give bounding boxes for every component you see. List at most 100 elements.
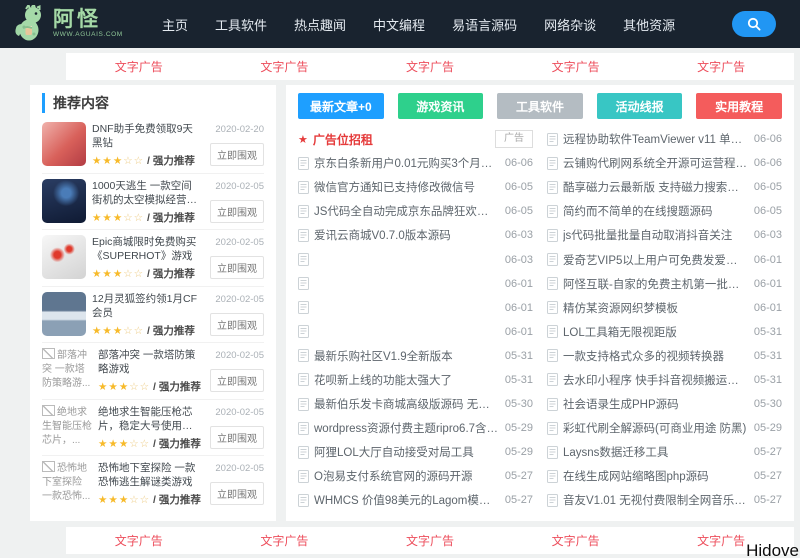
category-tab[interactable]: 实用教程 <box>696 93 782 119</box>
view-now-button[interactable]: 立即围观 <box>210 369 264 392</box>
recommended-item[interactable]: 部落冲突 一款塔防策略游... 部落冲突 一款塔防策略游戏 ★★★☆☆ / 强力… <box>42 343 264 400</box>
article-row[interactable]: 远程协助软件TeamViewer v11 单文件版 06-06 <box>547 127 782 151</box>
article-row[interactable]: 阿狸LOL大厅自动接受对局工具 05-29 <box>298 440 533 464</box>
article-title[interactable]: 去水印小程序 快手抖音视频搬运工上热门... <box>563 372 749 388</box>
text-ad-link[interactable]: 文字广告 <box>406 532 454 549</box>
article-row[interactable]: 最新伯乐发卡商城高级版源码 无后门 05-30 <box>298 392 533 416</box>
article-title[interactable]: 精仿某资源网织梦模板 <box>563 300 749 316</box>
article-row[interactable]: 阿怪互联-自家的免费主机第一批正式开启 06-01 <box>547 272 782 296</box>
recommended-item[interactable]: Epic商城限时免费购买《SUPERHOT》游戏 ★★★☆☆ / 强力推荐 20… <box>42 230 264 287</box>
article-title[interactable]: 彩虹代刷全解源码(可商业用途 防黑) <box>563 420 749 436</box>
article-row[interactable]: WHMCS 价值98美元的Lagom模板开源 05-27 <box>298 488 533 512</box>
article-title[interactable]: 阿怪互联-自家的免费主机第一批正式开启 <box>563 276 749 292</box>
text-ad-link[interactable]: 文字广告 <box>406 58 454 75</box>
view-now-button[interactable]: 立即围观 <box>210 482 264 505</box>
article-row[interactable]: 06-01 <box>298 320 533 344</box>
ad-slot-row[interactable]: ★ 广告位招租 广告 <box>298 127 533 151</box>
article-title[interactable]: WHMCS 价值98美元的Lagom模板开源 <box>314 492 500 508</box>
view-now-button[interactable]: 立即围观 <box>210 426 264 449</box>
category-tab[interactable]: 最新文章+0 <box>298 93 384 119</box>
item-title[interactable]: Epic商城限时免费购买《SUPERHOT》游戏 <box>92 235 200 263</box>
article-title[interactable]: 最新伯乐发卡商城高级版源码 无后门 <box>314 396 500 412</box>
nav-menu-item[interactable]: 易语言源码 <box>452 15 517 34</box>
item-title[interactable]: 恐怖地下室探险 一款恐怖逃生解谜类游戏 <box>98 461 200 489</box>
site-logo[interactable]: 阿怪 WWW.AGUAIS.COM <box>14 5 152 43</box>
recommended-item[interactable]: 1000天逃生 一款空间街机的太空模拟经营游戏 ★★★☆☆ / 强力推荐 202… <box>42 174 264 231</box>
article-title[interactable]: js代码批量批量自动取消抖音关注 <box>563 227 749 243</box>
article-row[interactable]: 花呗新上线的功能太强大了 05-31 <box>298 368 533 392</box>
article-row[interactable]: 在线生成网站缩略图php源码 05-27 <box>547 464 782 488</box>
view-now-button[interactable]: 立即围观 <box>210 200 264 223</box>
article-title[interactable]: 爱奇艺VIP5以上用户可免费发爱奇艺VIP红包 <box>563 252 749 268</box>
item-title[interactable]: 绝地求生智能压枪芯片，稳定大号使用，永久免费 <box>98 405 200 433</box>
article-title[interactable]: 简约而不简单的在线搜题源码 <box>563 203 749 219</box>
article-title[interactable]: 花呗新上线的功能太强大了 <box>314 372 500 388</box>
article-title[interactable]: 爱讯云商城V0.7.0版本源码 <box>314 227 500 243</box>
article-title[interactable]: 一款支持格式众多的视频转换器 <box>563 348 749 364</box>
article-row[interactable]: 06-03 <box>298 247 533 271</box>
recommended-item[interactable]: 12月灵狐签约领1月CF会员 ★★★☆☆ / 强力推荐 2020-02-05 立… <box>42 287 264 344</box>
article-title[interactable]: 音友V1.01 无视付费限制全网音乐无损免费... <box>563 492 749 508</box>
article-row[interactable]: 精仿某资源网织梦模板 06-01 <box>547 296 782 320</box>
category-tab[interactable]: 活动线报 <box>597 93 683 119</box>
article-row[interactable]: O泡易支付系统官网的源码开源 05-27 <box>298 464 533 488</box>
nav-menu-item[interactable]: 热点趣闻 <box>294 15 346 34</box>
category-tab[interactable]: 工具软件 <box>497 93 583 119</box>
nav-menu-item[interactable]: 其他资源 <box>623 15 675 34</box>
article-title[interactable]: 远程协助软件TeamViewer v11 单文件版 <box>563 131 749 147</box>
article-row[interactable]: LOL工具箱无限视距版 05-31 <box>547 320 782 344</box>
text-ad-link[interactable]: 文字广告 <box>115 58 163 75</box>
article-row[interactable]: 酷享磁力云最新版 支持磁力搜索下载和一... 06-05 <box>547 175 782 199</box>
article-title[interactable]: Laysns数据迁移工具 <box>563 444 749 460</box>
article-title[interactable]: 京东白条新用户0.01元购买3个月爱奇艺黄... <box>314 155 500 171</box>
view-now-button[interactable]: 立即围观 <box>210 143 264 166</box>
text-ad-link[interactable]: 文字广告 <box>115 532 163 549</box>
article-title[interactable]: 最新乐购社区V1.9全新版本 <box>314 348 500 364</box>
text-ad-link[interactable]: 文字广告 <box>260 58 308 75</box>
article-title[interactable]: 云铺购代刷网系统全开源可运营程序搭建 <box>563 155 749 171</box>
article-title[interactable]: JS代码全自动完成京东品牌狂欢城活动任务 <box>314 203 500 219</box>
text-ad-link[interactable]: 文字广告 <box>697 58 745 75</box>
article-row[interactable]: Laysns数据迁移工具 05-27 <box>547 440 782 464</box>
article-row[interactable]: 06-01 <box>298 272 533 296</box>
article-title[interactable]: 酷享磁力云最新版 支持磁力搜索下载和一... <box>563 179 749 195</box>
article-row[interactable]: 彩虹代刷全解源码(可商业用途 防黑) 05-29 <box>547 416 782 440</box>
view-now-button[interactable]: 立即围观 <box>210 256 264 279</box>
nav-menu-item[interactable]: 工具软件 <box>215 15 267 34</box>
text-ad-link[interactable]: 文字广告 <box>552 58 600 75</box>
article-title[interactable]: 微信官方通知已支持修改微信号 <box>314 179 500 195</box>
text-ad-link[interactable]: 文字广告 <box>697 532 745 549</box>
ad-slot-label[interactable]: 广告位招租 <box>313 131 373 148</box>
item-title[interactable]: DNF助手免费领取9天黑钻 <box>92 122 200 150</box>
article-row[interactable]: 06-01 <box>298 296 533 320</box>
item-title[interactable]: 1000天逃生 一款空间街机的太空模拟经营游戏 <box>92 179 200 207</box>
nav-menu-item[interactable]: 中文编程 <box>373 15 425 34</box>
article-row[interactable]: 社会语录生成PHP源码 05-30 <box>547 392 782 416</box>
recommended-item[interactable]: DNF助手免费领取9天黑钻 ★★★☆☆ / 强力推荐 2020-02-20 立即… <box>42 117 264 174</box>
article-row[interactable]: 一款支持格式众多的视频转换器 05-31 <box>547 344 782 368</box>
text-ad-link[interactable]: 文字广告 <box>260 532 308 549</box>
article-title[interactable]: 在线生成网站缩略图php源码 <box>563 468 749 484</box>
article-row[interactable]: 简约而不简单的在线搜题源码 06-05 <box>547 199 782 223</box>
item-title[interactable]: 部落冲突 一款塔防策略游戏 <box>98 348 200 376</box>
recommended-item[interactable]: 恐怖地下室探险 一款恐怖... 恐怖地下室探险 一款恐怖逃生解谜类游戏 ★★★☆… <box>42 456 264 513</box>
recommended-item[interactable]: 绝地求生智能压枪芯片，... 绝地求生智能压枪芯片，稳定大号使用，永久免费 ★★… <box>42 400 264 457</box>
article-title[interactable]: 阿狸LOL大厅自动接受对局工具 <box>314 444 500 460</box>
item-title[interactable]: 12月灵狐签约领1月CF会员 <box>92 292 200 320</box>
nav-menu-item[interactable]: 网络杂谈 <box>544 15 596 34</box>
article-title[interactable]: wordpress资源付费主题ripro6.7含美化包... <box>314 420 500 436</box>
article-title[interactable]: LOL工具箱无限视距版 <box>563 324 749 340</box>
category-tab[interactable]: 游戏资讯 <box>398 93 484 119</box>
article-row[interactable]: 京东白条新用户0.01元购买3个月爱奇艺黄... 06-06 <box>298 151 533 175</box>
article-row[interactable]: js代码批量批量自动取消抖音关注 06-03 <box>547 223 782 247</box>
article-title[interactable]: O泡易支付系统官网的源码开源 <box>314 468 500 484</box>
view-now-button[interactable]: 立即围观 <box>210 313 264 336</box>
nav-menu-item[interactable]: 主页 <box>162 15 188 34</box>
article-row[interactable]: 去水印小程序 快手抖音视频搬运工上热门... 05-31 <box>547 368 782 392</box>
search-button[interactable] <box>732 11 776 37</box>
article-row[interactable]: 爱讯云商城V0.7.0版本源码 06-03 <box>298 223 533 247</box>
article-row[interactable]: 爱奇艺VIP5以上用户可免费发爱奇艺VIP红包 06-01 <box>547 247 782 271</box>
article-row[interactable]: 音友V1.01 无视付费限制全网音乐无损免费... 05-27 <box>547 488 782 512</box>
article-title[interactable]: 社会语录生成PHP源码 <box>563 396 749 412</box>
article-row[interactable]: 微信官方通知已支持修改微信号 06-05 <box>298 175 533 199</box>
